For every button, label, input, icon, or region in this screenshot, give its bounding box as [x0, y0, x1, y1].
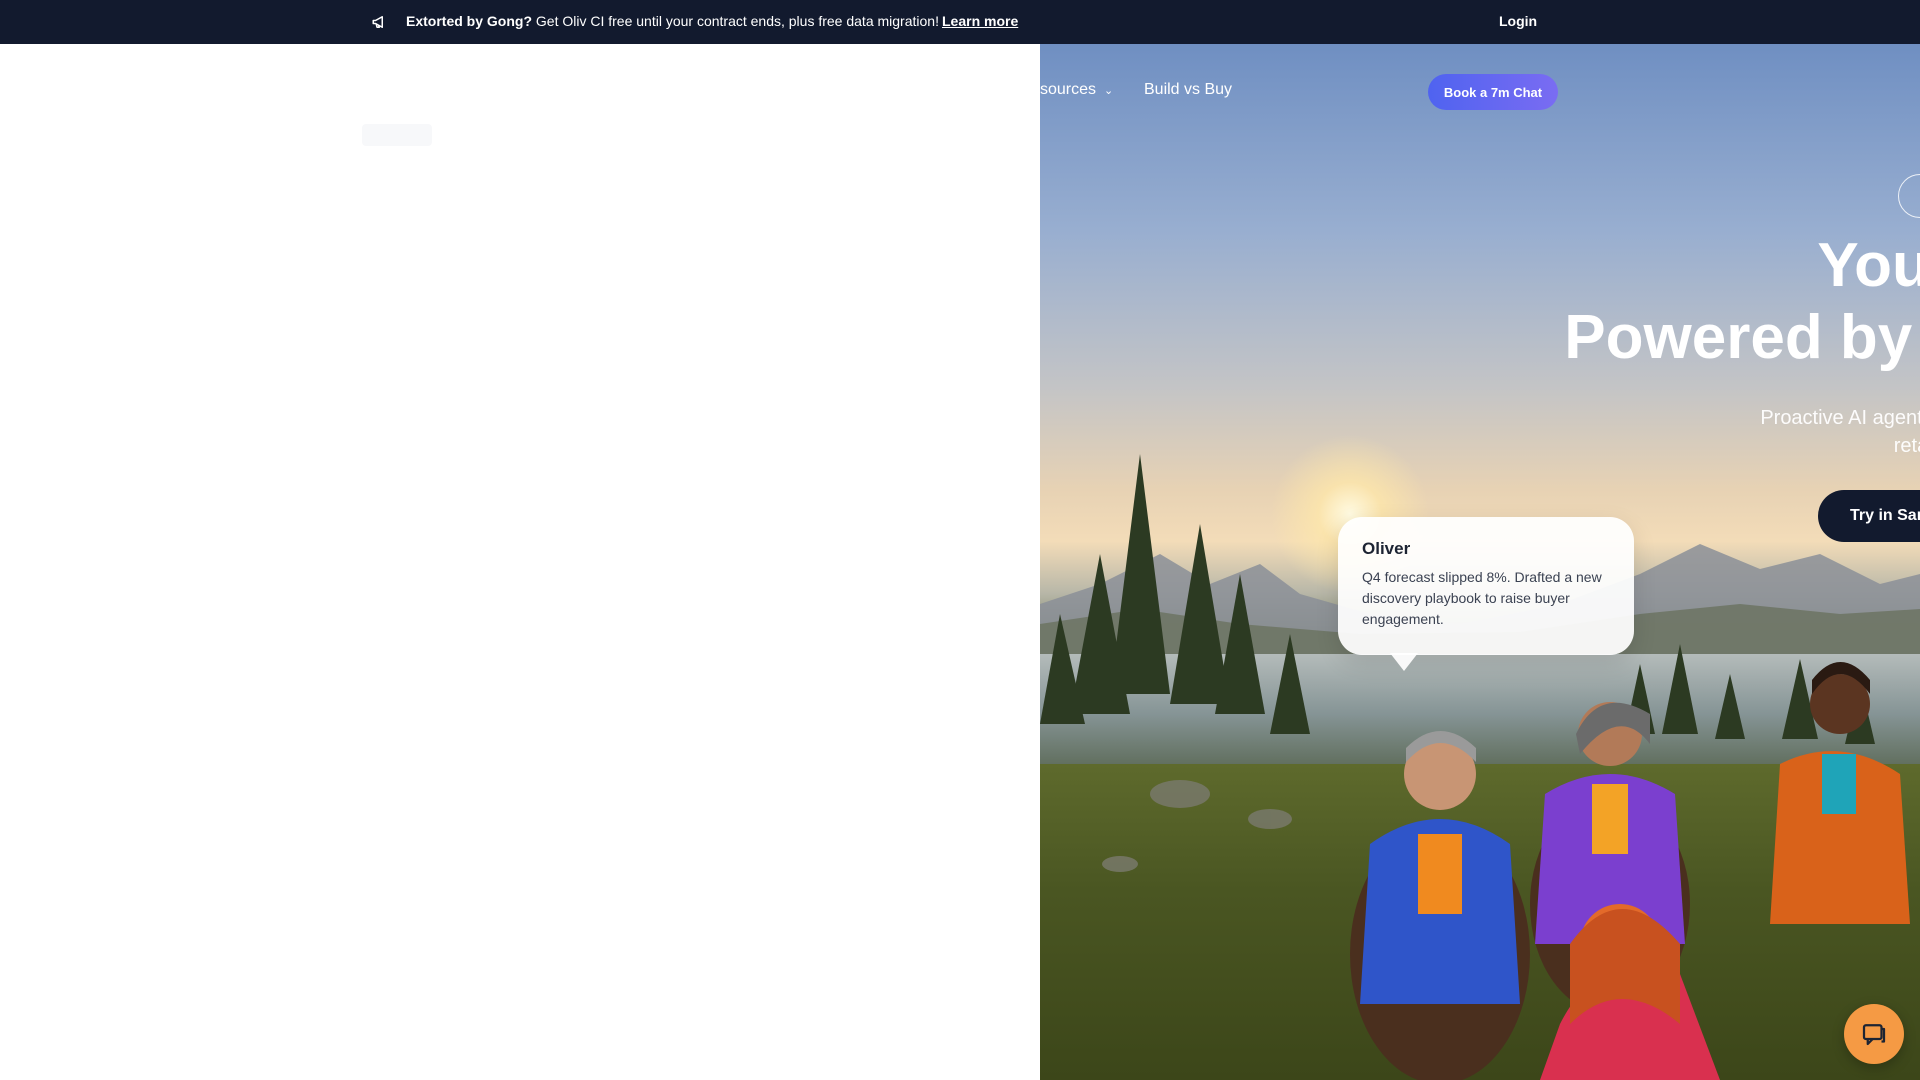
subtitle-line-1: Proactive AI agents tha [1760, 407, 1920, 429]
try-in-sandbox-button[interactable]: Try in San [1818, 490, 1920, 542]
learn-more-link[interactable]: Learn more [942, 13, 1018, 29]
headline-line-1: Your R [1817, 231, 1920, 300]
agent-chat-bubble: Oliver Q4 forecast slipped 8%. Drafted a… [1338, 517, 1634, 671]
login-link[interactable]: Login [1499, 13, 1537, 29]
nav-resources-label: sources [1040, 81, 1097, 98]
book-chat-button[interactable]: Book a 7m Chat [1428, 74, 1558, 110]
chat-launcher-button[interactable] [1844, 1004, 1904, 1064]
announcement-message: Get Oliv CI free until your contract end… [532, 13, 939, 29]
hero-subtitle: Proactive AI agents tha retain, a [1760, 404, 1920, 460]
subtitle-line-2: retain, a [1893, 435, 1920, 457]
chevron-down-icon: ⌄ [1104, 85, 1114, 97]
agent-name: Oliver [1362, 539, 1411, 558]
headline-line-2: Powered by A [1564, 303, 1920, 372]
chat-icon [1862, 1024, 1886, 1046]
announcement-text: Extorted by Gong? Get Oliv CI free until… [406, 13, 939, 29]
agent-message: Q4 forecast slipped 8%. Drafted a new di… [1362, 569, 1602, 627]
hero-headline: Your R Powered by A [1564, 230, 1920, 374]
unloaded-left-area [0, 44, 1040, 1080]
megaphone-icon [372, 16, 383, 28]
announcement-bar: Extorted by Gong? Get Oliv CI free until… [0, 0, 1920, 44]
nav-resources[interactable]: sources ⌄ [1040, 81, 1113, 99]
announcement-pill[interactable] [1898, 174, 1920, 218]
seated-people-illustration [1102, 662, 1910, 1080]
hero-section: sources ⌄ Build vs Buy Book a 7m Chat You… [1040, 44, 1920, 1080]
logo [362, 124, 432, 146]
nav-build-vs-buy[interactable]: Build vs Buy [1144, 81, 1232, 99]
announcement-bold: Extorted by Gong? [406, 13, 532, 29]
